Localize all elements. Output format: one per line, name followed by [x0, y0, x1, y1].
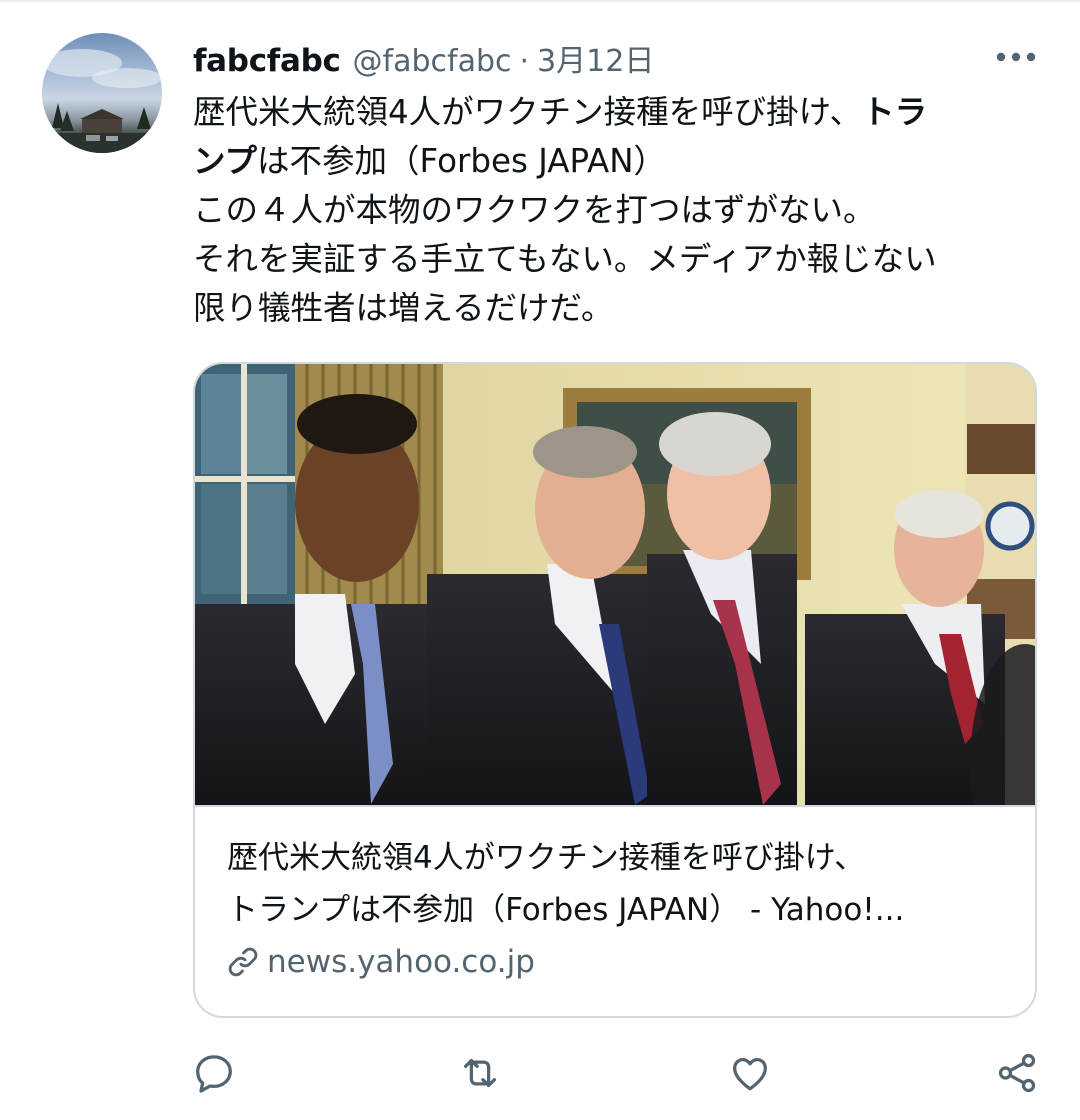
tweet-text-line: それを実証する手立てもない。メディアか報じない	[193, 240, 937, 278]
user-handle[interactable]: @fabcfabc	[353, 44, 512, 79]
reply-icon[interactable]	[191, 1050, 237, 1096]
avatar-landscape-image	[42, 49, 162, 153]
oval-office-photo	[195, 364, 1035, 805]
retweet-icon[interactable]	[457, 1050, 503, 1096]
avatar[interactable]	[42, 33, 162, 153]
top-divider	[0, 0, 1080, 2]
card-title-line: トランプは不参加（Forbes JAPAN） - Yahoo!...	[227, 892, 905, 928]
card-domain-row[interactable]: news.yahoo.co.jp	[225, 944, 535, 980]
tweet-header: fabcfabc @fabcfabc · 3月12日	[193, 36, 654, 80]
share-icon[interactable]	[994, 1050, 1040, 1096]
tweet-text-line: 限り犠牲者は増えるだけだ。	[193, 289, 614, 327]
tweet-text-line: この４人が本物のワクワクを打つはずがない。	[193, 191, 876, 229]
tweet-text-line: 歴代米大統領4人がワクチン接種を呼び掛け、トラ	[193, 93, 928, 131]
bold-link-text[interactable]: ンプ	[193, 142, 257, 180]
like-icon[interactable]	[727, 1050, 773, 1096]
card-domain: news.yahoo.co.jp	[267, 944, 535, 980]
card-divider	[195, 805, 1035, 807]
tweet-text: 歴代米大統領4人がワクチン接種を呼び掛け、トラ ンプは不参加（Forbes JA…	[193, 88, 1043, 333]
tweet-date[interactable]: 3月12日	[537, 36, 654, 80]
tweet-text-line: ンプは不参加（Forbes JAPAN）	[193, 142, 667, 180]
link-preview-card[interactable]: 歴代米大統領4人がワクチン接種を呼び掛け、 トランプは不参加（Forbes JA…	[193, 362, 1037, 1018]
card-title[interactable]: 歴代米大統領4人がワクチン接種を呼び掛け、 トランプは不参加（Forbes JA…	[227, 832, 1007, 936]
header-separator: ·	[519, 44, 530, 79]
display-name[interactable]: fabcfabc	[193, 43, 341, 79]
link-icon	[228, 947, 258, 977]
bold-link-text[interactable]: トラ	[862, 93, 927, 131]
card-image[interactable]	[195, 364, 1035, 805]
more-options-icon[interactable]	[994, 44, 1038, 70]
card-title-line: 歴代米大統領4人がワクチン接種を呼び掛け、	[227, 840, 866, 876]
